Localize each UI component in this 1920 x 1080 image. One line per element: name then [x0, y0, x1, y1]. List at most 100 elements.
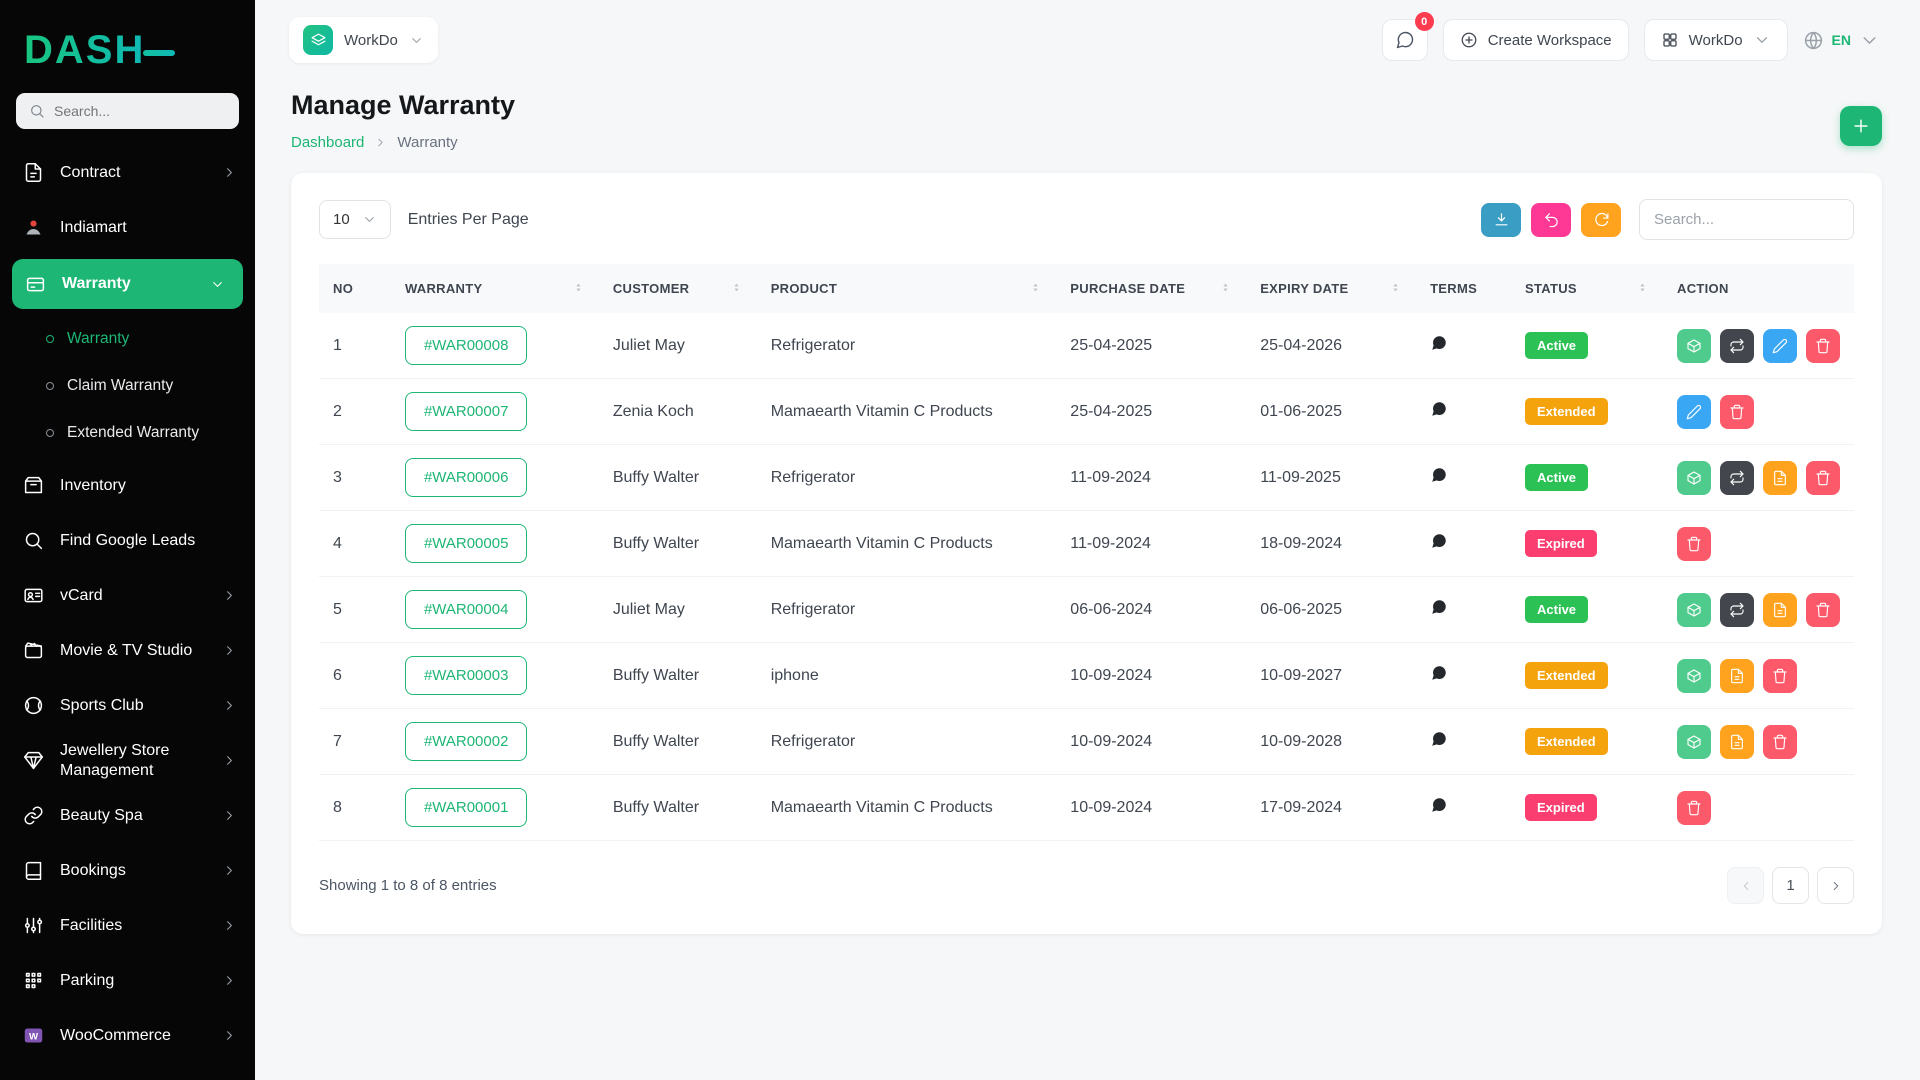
column-header-action: ACTION	[1663, 264, 1854, 313]
warranty-number-badge[interactable]: #WAR00004	[405, 590, 528, 629]
delete-action-button[interactable]	[1720, 395, 1754, 429]
package-action-button[interactable]	[1677, 725, 1711, 759]
edit-action-button[interactable]	[1677, 395, 1711, 429]
terms-comment-icon[interactable]	[1430, 532, 1448, 550]
table-search-input[interactable]	[1639, 199, 1854, 240]
delete-action-button[interactable]	[1806, 329, 1840, 363]
package-action-button[interactable]	[1677, 329, 1711, 363]
cell-customer: Zenia Koch	[599, 379, 757, 445]
cell-customer: Buffy Walter	[599, 709, 757, 775]
cell-terms	[1416, 709, 1511, 775]
sidebar-item-contract[interactable]: Contract	[0, 145, 255, 200]
chevron-right-icon	[222, 165, 237, 180]
cell-expiry-date: 10-09-2028	[1246, 709, 1416, 775]
invoice-action-button[interactable]	[1763, 461, 1797, 495]
topbar: WorkDo 0 Create Workspace WorkDo EN	[255, 0, 1920, 74]
sidebar-item-indiamart[interactable]: Indiamart	[0, 200, 255, 255]
terms-comment-icon[interactable]	[1430, 334, 1448, 352]
sidebar-item-jewellery-store-management[interactable]: Jewellery Store Management	[0, 733, 255, 788]
chevron-down-icon	[1753, 31, 1771, 49]
column-header-product[interactable]: PRODUCT	[757, 264, 1057, 313]
table-row: 1#WAR00008Juliet MayRefrigerator25-04-20…	[319, 313, 1854, 379]
create-workspace-button[interactable]: Create Workspace	[1443, 19, 1629, 61]
sidebar-item-label: Sports Club	[60, 696, 207, 716]
sidebar-item-sports-club[interactable]: Sports Club	[0, 678, 255, 733]
sidebar-item-parking[interactable]: Parking	[0, 953, 255, 1008]
warranty-number-badge[interactable]: #WAR00007	[405, 392, 528, 431]
renew-action-button[interactable]	[1720, 593, 1754, 627]
package-action-button[interactable]	[1677, 461, 1711, 495]
sidebar-item-vcard[interactable]: vCard	[0, 568, 255, 623]
delete-action-button[interactable]	[1677, 791, 1711, 825]
pagination-page-button[interactable]: 1	[1772, 867, 1809, 904]
add-warranty-button[interactable]	[1840, 106, 1882, 146]
terms-comment-icon[interactable]	[1430, 664, 1448, 682]
warranty-number-badge[interactable]: #WAR00005	[405, 524, 528, 563]
sidebar-item-find-google-leads[interactable]: Find Google Leads	[0, 513, 255, 568]
column-header-expiry-date[interactable]: EXPIRY DATE	[1246, 264, 1416, 313]
renew-action-button[interactable]	[1720, 461, 1754, 495]
terms-comment-icon[interactable]	[1430, 598, 1448, 616]
sidebar-item-movie-tv-studio[interactable]: Movie & TV Studio	[0, 623, 255, 678]
sidebar-subitem-warranty[interactable]: Warranty	[0, 315, 255, 362]
sidebar-item-facilities[interactable]: Facilities	[0, 898, 255, 953]
chat-icon	[1395, 30, 1415, 50]
delete-action-button[interactable]	[1677, 527, 1711, 561]
invoice-action-button[interactable]	[1720, 725, 1754, 759]
warranty-number-badge[interactable]: #WAR00003	[405, 656, 528, 695]
action-buttons	[1677, 593, 1840, 627]
delete-action-button[interactable]	[1806, 593, 1840, 627]
column-label: ACTION	[1677, 281, 1729, 296]
package-action-button[interactable]	[1677, 659, 1711, 693]
package-action-button[interactable]	[1677, 593, 1711, 627]
sidebar-item-beauty-spa[interactable]: Beauty Spa	[0, 788, 255, 843]
cell-status: Extended	[1511, 379, 1663, 445]
sidebar-item-warranty[interactable]: Warranty	[12, 259, 243, 309]
renew-action-button[interactable]	[1720, 329, 1754, 363]
sidebar-subitem-claim-warranty[interactable]: Claim Warranty	[0, 362, 255, 409]
pagination-prev-button[interactable]	[1727, 867, 1764, 904]
delete-action-button[interactable]	[1763, 725, 1797, 759]
sidebar-subitem-extended-warranty[interactable]: Extended Warranty	[0, 409, 255, 456]
sidebar-search[interactable]	[16, 93, 239, 129]
column-header-terms: TERMS	[1416, 264, 1511, 313]
table-toolbar	[1481, 199, 1854, 240]
delete-action-button[interactable]	[1763, 659, 1797, 693]
sidebar-item-inventory[interactable]: Inventory	[0, 458, 255, 513]
invoice-action-button[interactable]	[1763, 593, 1797, 627]
language-selector[interactable]: EN	[1803, 30, 1880, 51]
warranty-number-badge[interactable]: #WAR00008	[405, 326, 528, 365]
terms-comment-icon[interactable]	[1430, 796, 1448, 814]
svg-text:W: W	[29, 1031, 39, 1042]
pagination-next-button[interactable]	[1817, 867, 1854, 904]
messages-button[interactable]: 0	[1382, 19, 1428, 61]
plus-circle-icon	[1460, 31, 1478, 49]
terms-comment-icon[interactable]	[1430, 466, 1448, 484]
column-header-purchase-date[interactable]: PURCHASE DATE	[1056, 264, 1246, 313]
column-header-customer[interactable]: CUSTOMER	[599, 264, 757, 313]
sidebar-search-input[interactable]	[54, 103, 226, 119]
column-header-status[interactable]: STATUS	[1511, 264, 1663, 313]
invoice-action-button[interactable]	[1720, 659, 1754, 693]
warranty-number-badge[interactable]: #WAR00006	[405, 458, 528, 497]
warranty-number-badge[interactable]: #WAR00001	[405, 788, 528, 827]
workspace-dropdown[interactable]: WorkDo	[1644, 19, 1788, 61]
breadcrumb-dashboard-link[interactable]: Dashboard	[291, 134, 364, 151]
column-header-warranty[interactable]: WARRANTY	[391, 264, 599, 313]
cell-actions	[1663, 445, 1854, 511]
delete-action-button[interactable]	[1806, 461, 1840, 495]
terms-comment-icon[interactable]	[1430, 400, 1448, 418]
edit-action-button[interactable]	[1763, 329, 1797, 363]
terms-comment-icon[interactable]	[1430, 730, 1448, 748]
warranty-number-badge[interactable]: #WAR00002	[405, 722, 528, 761]
refresh-button[interactable]	[1581, 203, 1621, 237]
cell-terms	[1416, 775, 1511, 841]
sidebar-item-woocommerce[interactable]: WWooCommerce	[0, 1008, 255, 1063]
cell-purchase-date: 11-09-2024	[1056, 445, 1246, 511]
entries-per-page-select[interactable]: 10	[319, 200, 391, 239]
undo-button[interactable]	[1531, 203, 1571, 237]
workspace-switcher[interactable]: WorkDo	[289, 17, 438, 63]
sidebar-item-bookings[interactable]: Bookings	[0, 843, 255, 898]
cell-warranty: #WAR00006	[391, 445, 599, 511]
export-button[interactable]	[1481, 203, 1521, 237]
